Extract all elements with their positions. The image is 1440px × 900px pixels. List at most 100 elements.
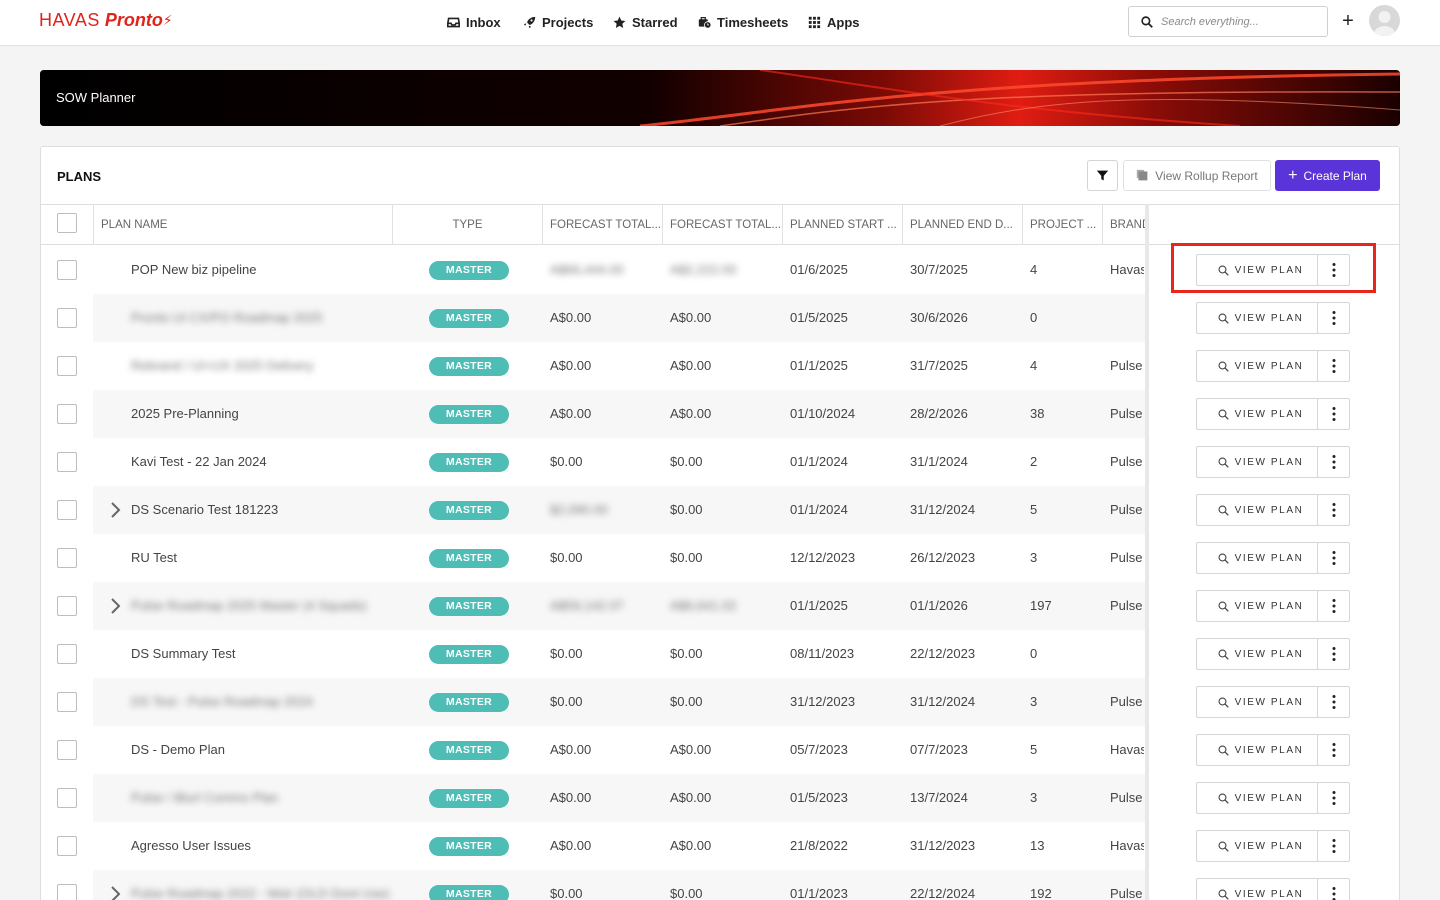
row-checkbox[interactable] [57, 356, 77, 376]
plan-name[interactable]: RU Test [131, 534, 393, 582]
plan-name[interactable]: DS Summary Test [131, 630, 393, 678]
chevron-right-icon[interactable] [109, 885, 121, 900]
more-options-button[interactable] [1317, 398, 1350, 430]
view-rollup-report-button[interactable]: View Rollup Report [1123, 160, 1271, 191]
nav-projects[interactable]: Projects [523, 0, 593, 44]
rocket-icon [523, 16, 536, 28]
global-search[interactable] [1128, 6, 1328, 37]
table-row[interactable]: DS Test - Pulse Roadmap 2024 MASTER $0.00 $… [41, 678, 1399, 726]
avatar[interactable] [1369, 5, 1400, 36]
more-options-button[interactable] [1317, 830, 1350, 862]
more-options-button[interactable] [1317, 494, 1350, 526]
select-all-checkbox[interactable] [57, 213, 77, 233]
row-checkbox[interactable] [57, 740, 77, 760]
row-checkbox[interactable] [57, 692, 77, 712]
view-plan-button[interactable]: VIEW PLAN [1196, 398, 1325, 430]
nav-timesheets[interactable]: Timesheets [698, 0, 788, 44]
row-checkbox[interactable] [57, 644, 77, 664]
view-plan-button[interactable]: VIEW PLAN [1196, 830, 1325, 862]
view-plan-button[interactable]: VIEW PLAN [1196, 254, 1325, 286]
view-plan-button[interactable]: VIEW PLAN [1196, 638, 1325, 670]
create-plan-label: Create Plan [1303, 168, 1367, 183]
plan-name[interactable]: DS - Demo Plan [131, 726, 393, 774]
table-row[interactable]: Rebrand / UI+UX 2025 Delivery MASTER A$0.0… [41, 342, 1399, 390]
view-plan-button[interactable]: VIEW PLAN [1196, 350, 1325, 382]
view-plan-button[interactable]: VIEW PLAN [1196, 302, 1325, 334]
table-row[interactable]: Pronto UI CX/PO Roadmap 2025 MASTER A$0.00… [41, 294, 1399, 342]
plan-name[interactable]: DS Test - Pulse Roadmap 2024 [131, 678, 393, 726]
table-row[interactable]: Pulse Roadmap 2022 - Mstr (OLD Dont Use)… [41, 870, 1399, 900]
forecast-total-2: $0.00 [670, 502, 703, 517]
chevron-right-icon[interactable] [109, 501, 121, 519]
chevron-right-icon[interactable] [109, 597, 121, 615]
view-plan-button[interactable]: VIEW PLAN [1196, 878, 1325, 900]
row-checkbox[interactable] [57, 596, 77, 616]
more-options-button[interactable] [1317, 638, 1350, 670]
col-type[interactable]: TYPE [393, 205, 543, 245]
col-projects[interactable]: PROJECT ... [1023, 205, 1103, 245]
view-plan-button[interactable]: VIEW PLAN [1196, 686, 1325, 718]
plan-name[interactable]: Pronto UI CX/PO Roadmap 2025 [131, 294, 393, 342]
col-planned-end[interactable]: PLANNED END D... [903, 205, 1023, 245]
nav-inbox[interactable]: Inbox [447, 0, 501, 44]
table-row[interactable]: Agresso User Issues MASTER A$0.00 A$0.00 21/… [41, 822, 1399, 870]
plan-name[interactable]: Pulse Roadmap 2025 Master (4 Squads) [131, 582, 393, 630]
row-checkbox[interactable] [57, 788, 77, 808]
more-options-button[interactable] [1317, 590, 1350, 622]
col-forecast-total-1[interactable]: FORECAST TOTAL... [543, 205, 663, 245]
view-plan-button[interactable]: VIEW PLAN [1196, 494, 1325, 526]
plan-name[interactable]: Kavi Test - 22 Jan 2024 [131, 438, 393, 486]
view-plan-button[interactable]: VIEW PLAN [1196, 734, 1325, 766]
more-options-button[interactable] [1317, 254, 1350, 286]
planned-start: 01/1/2023 [790, 886, 848, 900]
more-options-button[interactable] [1317, 686, 1350, 718]
row-checkbox[interactable] [57, 836, 77, 856]
row-checkbox[interactable] [57, 548, 77, 568]
col-forecast-total-2[interactable]: FORECAST TOTAL... [663, 205, 783, 245]
add-icon[interactable]: + [1340, 10, 1356, 32]
project-count: 5 [1030, 502, 1038, 517]
row-checkbox[interactable] [57, 308, 77, 328]
table-row[interactable]: DS - Demo Plan MASTER A$0.00 A$0.00 05/7/202… [41, 726, 1399, 774]
plan-name[interactable]: Pulse Roadmap 2022 - Mstr (OLD Dont Use) [131, 870, 393, 900]
more-options-button[interactable] [1317, 302, 1350, 334]
view-plan-button[interactable]: VIEW PLAN [1196, 446, 1325, 478]
more-options-button[interactable] [1317, 446, 1350, 478]
view-plan-button[interactable]: VIEW PLAN [1196, 782, 1325, 814]
plan-name[interactable]: Pulse / Blurl Comms Plan [131, 774, 393, 822]
create-plan-button[interactable]: + Create Plan [1275, 160, 1380, 191]
table-row[interactable]: 2025 Pre-Planning MASTER A$0.00 A$0.00 01/10… [41, 390, 1399, 438]
plan-name[interactable]: Agresso User Issues [131, 822, 393, 870]
table-row[interactable]: DS Scenario Test 181223 MASTER $2,090.00 $0… [41, 486, 1399, 534]
more-options-button[interactable] [1317, 734, 1350, 766]
table-row[interactable]: Pulse / Blurl Comms Plan MASTER A$0.00 A$0.… [41, 774, 1399, 822]
table-row[interactable]: POP New biz pipeline MASTER A$66,444.00 A$2… [41, 246, 1399, 294]
table-row[interactable]: Pulse Roadmap 2025 Master (4 Squads) MAST… [41, 582, 1399, 630]
row-checkbox[interactable] [57, 500, 77, 520]
col-plan-name[interactable]: PLAN NAME [93, 205, 393, 245]
more-options-button[interactable] [1317, 782, 1350, 814]
view-plan-button[interactable]: VIEW PLAN [1196, 590, 1325, 622]
table-row[interactable]: DS Summary Test MASTER $0.00 $0.00 08/11/202… [41, 630, 1399, 678]
plan-name[interactable]: DS Scenario Test 181223 [131, 486, 393, 534]
row-checkbox[interactable] [57, 452, 77, 472]
search-input[interactable] [1161, 13, 1321, 31]
row-checkbox[interactable] [57, 884, 77, 900]
more-options-button[interactable] [1317, 350, 1350, 382]
col-planned-start[interactable]: PLANNED START ... [783, 205, 903, 245]
row-checkbox[interactable] [57, 260, 77, 280]
more-options-button[interactable] [1317, 542, 1350, 574]
view-plan-button[interactable]: VIEW PLAN [1196, 542, 1325, 574]
havas-pronto-logo[interactable]: HAVAS Pronto⚡ [39, 10, 173, 30]
table-row[interactable]: RU Test MASTER $0.00 $0.00 12/12/2023 26/12/2… [41, 534, 1399, 582]
nav-apps[interactable]: Apps [808, 0, 860, 44]
plan-name[interactable]: POP New biz pipeline [131, 246, 393, 294]
table-row[interactable]: Kavi Test - 22 Jan 2024 MASTER $0.00 $0.00 0… [41, 438, 1399, 486]
col-brand[interactable]: BRAND [1103, 205, 1147, 245]
filter-button[interactable] [1087, 160, 1118, 191]
nav-starred[interactable]: Starred [613, 0, 678, 44]
more-options-button[interactable] [1317, 878, 1350, 900]
plan-name[interactable]: 2025 Pre-Planning [131, 390, 393, 438]
row-checkbox[interactable] [57, 404, 77, 424]
plan-name[interactable]: Rebrand / UI+UX 2025 Delivery [131, 342, 393, 390]
